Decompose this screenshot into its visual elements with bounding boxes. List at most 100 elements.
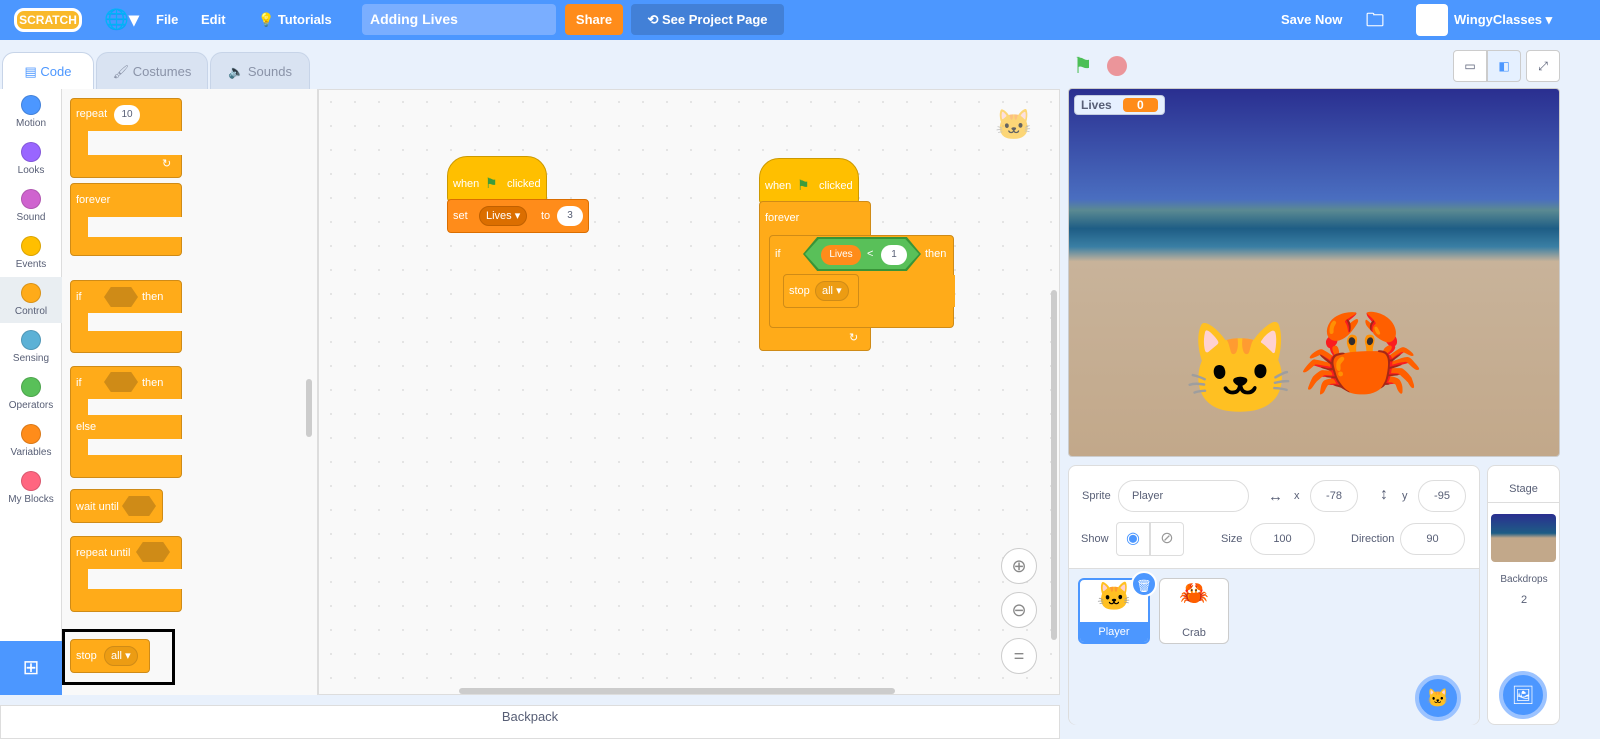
stop-button[interactable] — [1107, 56, 1127, 76]
stop-option-dropdown[interactable]: all ▾ — [815, 281, 849, 301]
when-label: when — [765, 180, 792, 192]
events-dot-icon — [21, 236, 41, 256]
then-label: then — [925, 248, 947, 260]
compare-value-input[interactable]: 1 — [881, 245, 907, 265]
large-stage-button[interactable]: ◧ — [1487, 50, 1521, 82]
green-flag-icon: ⚑ — [797, 177, 810, 193]
category-operators[interactable]: Operators — [0, 371, 62, 411]
if-label: if — [76, 377, 82, 389]
loop-arrow-icon: ↻ — [849, 332, 859, 344]
backpack[interactable]: Backpack — [0, 705, 1060, 739]
small-stage-button[interactable]: ▭ — [1453, 50, 1487, 82]
if-label: if — [775, 248, 781, 260]
category-control[interactable]: Control — [0, 277, 62, 323]
see-project-page-button[interactable]: ⟲ See Project Page — [631, 4, 784, 35]
condition-slot[interactable] — [104, 372, 138, 392]
hide-sprite-button[interactable]: ⊘ — [1150, 522, 1184, 556]
x-label: x — [1294, 490, 1300, 502]
stage-pane[interactable]: Stage Backdrops 2 🖼 — [1487, 465, 1560, 725]
horizontal-arrows-icon: ↔ — [1268, 488, 1283, 505]
file-menu[interactable]: File — [156, 0, 178, 40]
lightbulb-icon: 💡 — [258, 12, 275, 27]
equals-icon: = — [1013, 646, 1025, 666]
zoom-out-icon: ⊖ — [1011, 600, 1027, 620]
save-now-button[interactable]: Save Now — [1281, 0, 1342, 40]
cat-sprite[interactable]: 🐱 — [1184, 317, 1296, 422]
variable-dropdown[interactable]: Lives ▾ — [479, 206, 528, 226]
stop-option-label: all — [822, 285, 834, 297]
tab-costumes[interactable]: 🖌 Costumes — [96, 52, 208, 90]
eye-slash-icon: ⊘ — [1160, 530, 1174, 547]
zoom-reset-button[interactable]: = — [1001, 638, 1037, 674]
stage-canvas[interactable]: Lives 0 🐱 🦀 — [1068, 88, 1560, 457]
remix-icon: ⟲ — [647, 12, 659, 27]
category-label: Sensing — [12, 353, 50, 364]
set-label: set — [453, 210, 468, 222]
stop-label: stop — [789, 285, 810, 297]
direction-input[interactable]: 90 — [1400, 523, 1465, 555]
condition-slot[interactable] — [104, 287, 138, 307]
tab-code[interactable]: ▤ Code — [2, 52, 94, 90]
condition-slot[interactable] — [122, 496, 156, 516]
when-label: when — [453, 178, 480, 190]
c-gap — [88, 399, 183, 415]
speaker-icon: 🔈 — [228, 64, 245, 79]
y-input[interactable]: -95 — [1418, 480, 1466, 512]
sprite-label: Sprite — [1082, 490, 1111, 502]
delete-sprite-button[interactable]: 🗑 — [1131, 571, 1157, 597]
repeat-until-label: repeat until — [76, 547, 131, 559]
x-input[interactable]: -78 — [1310, 480, 1358, 512]
username-label: WingyClasses — [1454, 12, 1543, 27]
edit-menu[interactable]: Edit — [201, 0, 226, 40]
username[interactable]: WingyClasses ▾ — [1454, 0, 1552, 40]
cat-add-icon: 🐱 — [1426, 688, 1450, 708]
c-gap — [88, 217, 183, 237]
choose-backdrop-button[interactable]: 🖼 — [1499, 671, 1547, 719]
zoom-in-button[interactable]: ⊕ — [1001, 548, 1037, 584]
set-value-input[interactable]: 3 — [557, 206, 583, 226]
scratch-logo[interactable]: SCRATCH — [14, 8, 82, 32]
sprite-name-input[interactable]: Player — [1118, 480, 1249, 512]
backdrop-thumbnail — [1491, 514, 1556, 562]
control-dot-icon — [21, 283, 41, 303]
crab-sprite[interactable]: 🦀 — [1299, 294, 1424, 411]
category-motion[interactable]: Motion — [0, 89, 62, 129]
project-title-input[interactable]: Adding Lives — [362, 4, 556, 35]
category-my-blocks[interactable]: My Blocks — [0, 465, 62, 505]
lives-variable-reporter[interactable]: Lives — [821, 245, 861, 265]
avatar[interactable] — [1416, 4, 1448, 36]
zoom-in-icon: ⊕ — [1011, 556, 1027, 576]
palette-scrollbar[interactable] — [306, 379, 312, 437]
category-label: Sound — [16, 212, 46, 223]
fullscreen-button[interactable]: ⤢ — [1526, 50, 1560, 82]
c-gap — [88, 439, 183, 455]
stop-option-dropdown[interactable]: all ▾ — [104, 646, 138, 666]
condition-slot[interactable] — [136, 542, 170, 562]
repeat-count-input[interactable]: 10 — [114, 105, 140, 125]
globe-icon[interactable]: 🌐▾ — [104, 0, 139, 40]
y-label: y — [1402, 490, 1408, 502]
tab-sounds[interactable]: 🔈 Sounds — [210, 52, 310, 90]
folder-icon[interactable]: 🗀 — [1366, 0, 1384, 40]
category-looks[interactable]: Looks — [0, 136, 62, 176]
tab-code-label: Code — [40, 64, 72, 79]
vertical-scrollbar[interactable] — [1051, 290, 1057, 640]
sprite-thumb-crab[interactable]: 🦀 Crab — [1159, 578, 1229, 644]
green-flag-button[interactable]: ⚑ — [1073, 53, 1093, 79]
variables-dot-icon — [21, 424, 41, 444]
to-label: to — [541, 210, 551, 222]
sprite-cat-icon: 🐱 — [995, 109, 1033, 142]
variable-name: Lives — [486, 210, 512, 222]
zoom-out-button[interactable]: ⊖ — [1001, 592, 1037, 628]
category-variables[interactable]: Variables — [0, 418, 62, 458]
share-button[interactable]: Share — [565, 4, 623, 35]
category-sound[interactable]: Sound — [0, 183, 62, 223]
horizontal-scrollbar[interactable] — [459, 688, 895, 694]
show-sprite-button[interactable]: ◉ — [1116, 522, 1150, 556]
category-sensing[interactable]: Sensing — [0, 324, 62, 364]
tutorials-button[interactable]: 💡 Tutorials — [258, 0, 332, 40]
category-events[interactable]: Events — [0, 230, 62, 270]
size-input[interactable]: 100 — [1250, 523, 1315, 555]
choose-sprite-button[interactable]: 🐱 — [1415, 675, 1461, 721]
add-extension-button[interactable]: ⊞ — [0, 641, 62, 695]
